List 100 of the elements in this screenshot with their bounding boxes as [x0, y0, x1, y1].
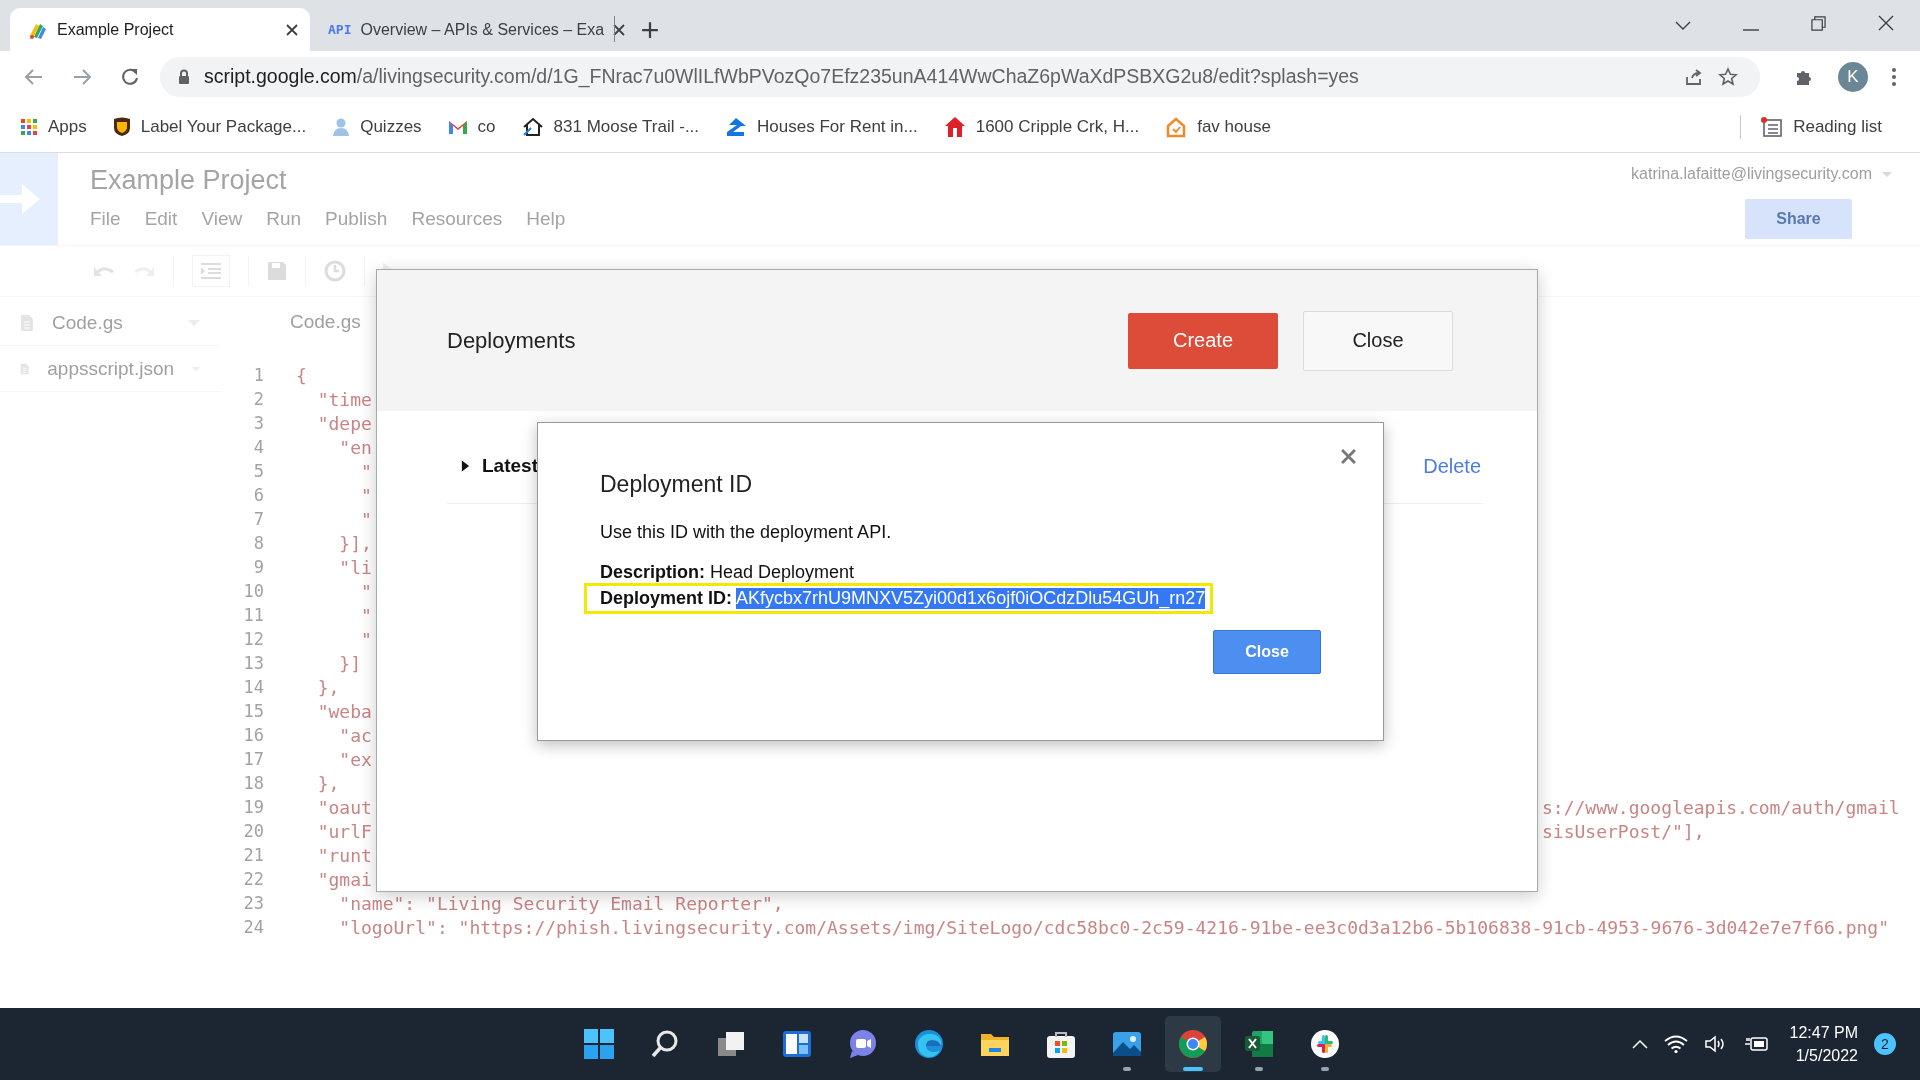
line-number: 5	[252, 461, 264, 481]
deployment-toggle[interactable]: Latest	[447, 455, 538, 477]
code-text: sisUserPost/"],	[1542, 820, 1705, 842]
description-text: Description: Head Deployment	[600, 562, 855, 583]
bookmark[interactable]: co	[447, 117, 496, 137]
line-number: 22	[242, 869, 264, 889]
photos-icon	[1112, 1029, 1142, 1059]
reading-list-button[interactable]: Reading list	[1761, 117, 1882, 137]
list-icon	[1761, 117, 1784, 137]
line-number: 20	[242, 821, 264, 841]
id-label: Deployment ID:	[600, 588, 732, 609]
menu-item[interactable]: Run	[266, 208, 302, 230]
chevron-up-icon[interactable]	[1631, 1039, 1648, 1049]
code-text: "depe	[316, 412, 372, 434]
code-text: "time	[316, 388, 372, 410]
lock-icon	[178, 68, 190, 85]
line-number: 21	[242, 845, 264, 865]
close-icon[interactable]	[286, 23, 298, 36]
code-text: "ac	[338, 724, 372, 746]
line-number: 14	[242, 677, 264, 697]
code-text: "weba	[316, 700, 372, 722]
clock[interactable]: 12:47 PM 1/5/2022	[1789, 1023, 1858, 1065]
line-number: 1	[252, 365, 264, 385]
forward-icon[interactable]	[72, 66, 92, 87]
code-text: "	[360, 628, 372, 650]
menu-item[interactable]: Help	[526, 208, 566, 230]
close-icon[interactable]	[613, 23, 626, 36]
line-number: 9	[252, 557, 264, 577]
browser-tab[interactable]: Example Project	[10, 8, 310, 51]
code-text: "li	[338, 556, 372, 578]
plus-icon[interactable]	[641, 21, 659, 39]
line-number: 16	[242, 725, 264, 745]
script-file[interactable]: Code.gs	[0, 300, 220, 346]
reload-icon[interactable]	[120, 66, 140, 87]
share-button[interactable]: Share	[1745, 199, 1852, 239]
line-number: 12	[242, 629, 264, 649]
bookmark[interactable]: Houses For Rent in...	[725, 117, 918, 137]
bookmark[interactable]: 1600 Cripple Crk, H...	[943, 116, 1140, 138]
notification-badge[interactable]: 2	[1874, 1033, 1896, 1055]
share-icon[interactable]	[1684, 66, 1704, 87]
delete-link[interactable]: Delete	[1423, 454, 1481, 478]
project-title[interactable]: Example Project	[90, 165, 566, 196]
script-file[interactable]: appsscript.json	[0, 346, 220, 392]
line-number: 13	[242, 653, 264, 673]
widgets-icon	[782, 1029, 812, 1059]
line-number: 11	[242, 605, 264, 625]
search-icon	[650, 1029, 680, 1059]
back-icon[interactable]	[24, 66, 44, 87]
menu-item[interactable]: View	[201, 208, 243, 230]
line-number: 7	[252, 509, 264, 529]
bookmark[interactable]: Label Your Package...	[112, 117, 307, 137]
house-icon	[1165, 116, 1188, 138]
close-button[interactable]: Close	[1303, 310, 1453, 371]
menu-item[interactable]: Edit	[144, 208, 178, 230]
menu-item[interactable]: File	[90, 208, 121, 230]
wifi-icon[interactable]	[1663, 1035, 1688, 1053]
code-text: s://www.googleapis.com/auth/gmail	[1542, 796, 1900, 818]
person-icon	[332, 117, 351, 137]
profile-avatar[interactable]: K	[1838, 61, 1868, 92]
code-text: "gmai	[316, 868, 372, 890]
address-bar[interactable]: script.google.com/a/livingsecurity.com/d/1G_FNrac7u0WlILfWbPVozQo7Efz235unA414WwChaZ6pWaXdPSBXG2u8/edit?splash=yes	[160, 56, 1760, 97]
menu-item[interactable]: Publish	[325, 208, 388, 230]
code-text: }]	[338, 652, 362, 674]
close-icon[interactable]	[1878, 15, 1894, 31]
close-button[interactable]: Close	[1213, 630, 1321, 674]
bookmark[interactable]: Quizzes	[332, 117, 422, 137]
browser-tab[interactable]: API Overview – APIs & Services – Exa	[310, 8, 610, 51]
chevron-down-icon[interactable]	[1675, 21, 1691, 31]
editor-tab[interactable]: Code.gs	[290, 311, 361, 333]
windows-icon	[584, 1029, 614, 1059]
shield-icon	[112, 117, 131, 137]
code-text: "	[360, 508, 372, 530]
code-text: "oaut	[316, 796, 372, 818]
menu-icon[interactable]	[1892, 67, 1896, 86]
code-text: "	[360, 580, 372, 602]
bookmark[interactable]: Apps	[20, 117, 87, 137]
star-icon[interactable]	[1718, 66, 1738, 87]
taskbar-app[interactable]	[1165, 1016, 1221, 1072]
create-button[interactable]: Create	[1128, 312, 1278, 369]
close-icon[interactable]	[1341, 449, 1356, 464]
account-menu[interactable]: katrina.lafaitte@livingsecurity.com	[1631, 165, 1892, 183]
code-text: },	[316, 772, 340, 794]
arrow-icon	[0, 181, 40, 217]
restore-icon[interactable]	[1811, 16, 1826, 31]
bookmark[interactable]: 831 Moose Trail -...	[521, 117, 700, 137]
menu-item[interactable]: Resources	[411, 208, 503, 230]
code-text: "	[360, 604, 372, 626]
code-text: "name": "Living Security Email Reporter",	[338, 892, 784, 914]
code-text: "	[360, 460, 372, 482]
windows-stack-icon	[716, 1029, 746, 1059]
spreadsheet-icon	[1244, 1029, 1274, 1059]
bookmark[interactable]: fav house	[1165, 116, 1271, 138]
mail-icon	[447, 119, 468, 135]
line-number: 2	[252, 389, 264, 409]
line-number: 19	[242, 797, 264, 817]
code-text: "runt	[316, 844, 372, 866]
edge-icon	[914, 1029, 944, 1059]
battery-icon[interactable]	[1743, 1035, 1770, 1053]
line-number: 17	[242, 749, 264, 769]
clock-date: 1/5/2022	[1795, 1046, 1858, 1065]
